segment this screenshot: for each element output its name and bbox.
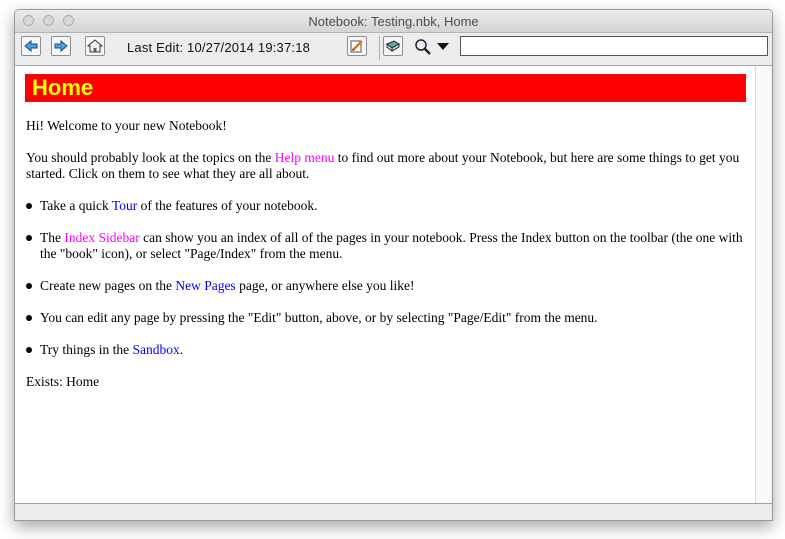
forward-arrow-icon [54,40,68,52]
page-title: Home [32,75,94,100]
toolbar: Last Edit: 10/27/2014 19:37:18 [15,33,772,66]
bullet-icon [26,235,32,241]
list-item: Take a quick Tour of the features of you… [26,198,751,214]
magnifier-icon [415,39,431,55]
help-menu-link[interactable]: Help menu [275,150,335,165]
bullet-icon [26,315,32,321]
index-sidebar-link[interactable]: Index Sidebar [64,230,139,245]
sandbox-link[interactable]: Sandbox [133,342,180,357]
list-item: Try things in the Sandbox. [26,342,751,358]
search-input[interactable] [460,36,768,56]
last-edit-label: Last Edit: 10/27/2014 19:37:18 [127,40,311,55]
edit-button[interactable] [347,36,367,56]
page-content: Home Hi! Welcome to your new Notebook! Y… [15,66,755,503]
notebook-window: Notebook: Testing.nbk, Home Last Edit: 1… [14,9,773,521]
vertical-scrollbar[interactable] [755,66,771,503]
getting-started-list: Take a quick Tour of the features of you… [26,198,751,358]
home-icon [87,39,103,53]
exists-text: Exists: Home [26,374,100,389]
book-index-icon [386,40,400,53]
status-bar [15,503,772,520]
toolbar-separator [379,36,380,60]
list-item: You can edit any page by pressing the "E… [26,310,751,326]
bullet-icon [26,203,32,209]
list-item: The Index Sidebar can show you an index … [26,230,751,262]
tour-link[interactable]: Tour [112,198,137,213]
bullet-icon [26,347,32,353]
intro-paragraph: You should probably look at the topics o… [26,150,751,182]
back-button[interactable] [21,36,41,56]
home-button[interactable] [85,36,105,56]
intro-text: You should probably look at the topics o… [26,150,275,165]
index-button[interactable] [383,36,403,56]
back-arrow-icon [24,40,38,52]
dropdown-triangle-icon [437,43,449,50]
search-menu-button[interactable] [413,36,453,58]
page-heading: Home [25,74,746,102]
list-item: Create new pages on the New Pages page, … [26,278,751,294]
title-bar[interactable]: Notebook: Testing.nbk, Home [15,10,772,33]
window-title: Notebook: Testing.nbk, Home [308,14,479,29]
edit-pencil-icon [350,40,363,53]
bullet-icon [26,283,32,289]
forward-button[interactable] [51,36,71,56]
page-body: Hi! Welcome to your new Notebook! You sh… [26,118,751,406]
new-pages-link[interactable]: New Pages [175,278,235,293]
greeting-text: Hi! Welcome to your new Notebook! [26,118,227,133]
